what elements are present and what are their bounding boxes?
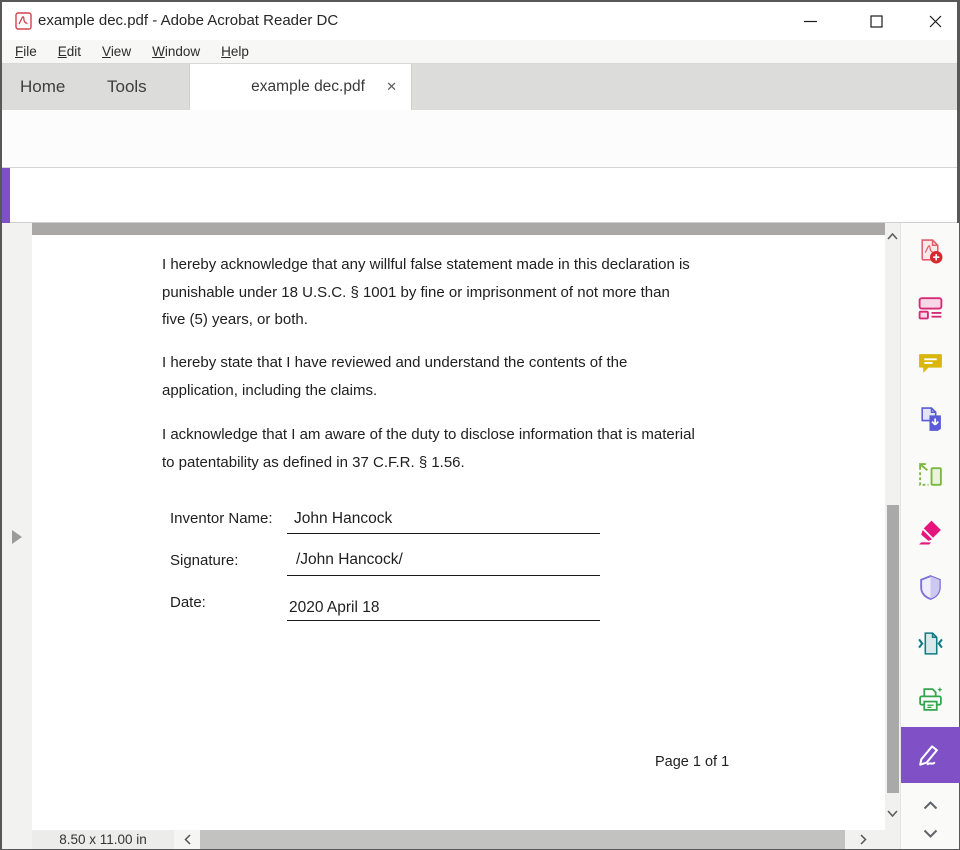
main-toolbar: 1 / 1 75% Share: [2, 110, 957, 168]
horizontal-scrollbar-thumb[interactable]: [200, 830, 845, 849]
protect-tool[interactable]: [901, 559, 960, 615]
fill-sign-tool[interactable]: [901, 727, 960, 783]
acrobat-window: example dec.pdf - Adobe Acrobat Reader D…: [0, 0, 960, 850]
compress-pdf-icon: [917, 630, 944, 657]
paragraph-3: I acknowledge that I am aware of the dut…: [162, 421, 695, 476]
fill-sign-toolbar: Fill & Sign Ab: [2, 168, 957, 223]
protect-shield-icon: [917, 574, 944, 601]
organize-pages-tool[interactable]: [901, 447, 960, 503]
maximize-button[interactable]: [859, 6, 893, 36]
signature-label: Signature:: [170, 552, 238, 569]
paragraph-line: punishable under 18 U.S.C. § 1001 by fin…: [162, 279, 690, 307]
export-pdf-icon: [917, 406, 944, 433]
paragraph-line: I acknowledge that I am aware of the dut…: [162, 421, 695, 449]
create-pdf-tool[interactable]: [901, 223, 960, 279]
pdf-page: I hereby acknowledge that any willful fa…: [32, 235, 885, 830]
tools-sidebar: [900, 223, 959, 849]
sidebar-scroll-down-button[interactable]: [901, 821, 960, 845]
maximize-icon: [870, 15, 883, 28]
sidebar-scroll-up-button[interactable]: [901, 793, 960, 817]
scroll-down-button[interactable]: [885, 805, 900, 821]
close-icon: [929, 15, 942, 28]
scroll-up-button[interactable]: [885, 228, 900, 244]
tab-document-label: example dec.pdf: [236, 78, 380, 96]
menu-help[interactable]: Help: [218, 42, 252, 61]
paragraph-2: I hereby state that I have reviewed and …: [162, 349, 627, 404]
minimize-icon: [804, 15, 817, 28]
scan-ocr-tool[interactable]: [901, 671, 960, 727]
menu-window[interactable]: Window: [149, 42, 203, 61]
scan-ocr-icon: [917, 686, 944, 713]
chevron-down-icon: [887, 810, 898, 817]
minimize-button[interactable]: [793, 6, 827, 36]
inventor-name-underline: [287, 533, 600, 534]
scroll-left-button[interactable]: [174, 830, 200, 849]
compress-pdf-tool[interactable]: [901, 615, 960, 671]
tab-tools[interactable]: Tools: [107, 64, 147, 110]
chevron-up-icon: [887, 233, 898, 240]
tab-close-icon[interactable]: ✕: [386, 79, 397, 95]
export-pdf-tool[interactable]: [901, 391, 960, 447]
fill-sign-icon: [917, 741, 945, 769]
date-underline: [287, 620, 600, 621]
redact-marker-icon: [917, 518, 944, 545]
create-pdf-icon: [917, 238, 944, 265]
edit-pdf-tool[interactable]: [901, 279, 960, 335]
inventor-name-value[interactable]: John Hancock: [294, 510, 392, 528]
signature-underline: [287, 575, 600, 576]
paragraph-line: I hereby state that I have reviewed and …: [162, 349, 627, 377]
bottom-status-bar: 8.50 x 11.00 in: [2, 830, 885, 849]
left-panel-rail: [2, 223, 32, 830]
acrobat-pdf-logo-icon: [15, 12, 32, 30]
paragraph-line: five (5) years, or both.: [162, 306, 690, 334]
edit-pdf-icon: [917, 294, 944, 321]
tab-home[interactable]: Home: [20, 64, 65, 110]
chevron-up-icon: [923, 801, 938, 810]
vertical-scrollbar-thumb[interactable]: [887, 505, 899, 793]
window-title: example dec.pdf - Adobe Acrobat Reader D…: [38, 12, 338, 29]
organize-pages-icon: [917, 462, 944, 489]
paragraph-1: I hereby acknowledge that any willful fa…: [162, 251, 690, 334]
chevron-left-icon: [184, 834, 191, 845]
paragraph-line: I hereby acknowledge that any willful fa…: [162, 251, 690, 279]
title-bar: example dec.pdf - Adobe Acrobat Reader D…: [2, 2, 957, 40]
menu-bar: File Edit View Window Help: [2, 40, 957, 64]
expand-panel-arrow[interactable]: [12, 530, 22, 544]
paragraph-line: application, including the claims.: [162, 377, 627, 405]
menu-file[interactable]: File: [12, 42, 40, 61]
inventor-name-label: Inventor Name:: [170, 510, 273, 527]
paragraph-line: to patentability as defined in 37 C.F.R.…: [162, 449, 695, 477]
fill-sign-accent-strip: [2, 168, 10, 223]
page-footer: Page 1 of 1: [655, 754, 729, 770]
close-window-button[interactable]: [918, 6, 952, 36]
chevron-down-icon: [923, 829, 938, 838]
redact-tool[interactable]: [901, 503, 960, 559]
chevron-right-icon: [860, 834, 867, 845]
signature-value[interactable]: /John Hancock/: [296, 551, 403, 569]
date-label: Date:: [170, 594, 206, 611]
date-value[interactable]: 2020 April 18: [289, 599, 380, 617]
menu-view[interactable]: View: [99, 42, 134, 61]
scroll-right-button[interactable]: [850, 830, 876, 849]
comment-icon: [917, 350, 944, 377]
page-size-label: 8.50 x 11.00 in: [32, 830, 174, 849]
menu-edit[interactable]: Edit: [55, 42, 84, 61]
comment-tool[interactable]: [901, 335, 960, 391]
tab-document[interactable]: example dec.pdf ✕: [189, 64, 412, 110]
tab-bar: Home Tools example dec.pdf ✕ ? Sign In: [2, 64, 957, 110]
bottom-left-corner: [2, 830, 32, 849]
